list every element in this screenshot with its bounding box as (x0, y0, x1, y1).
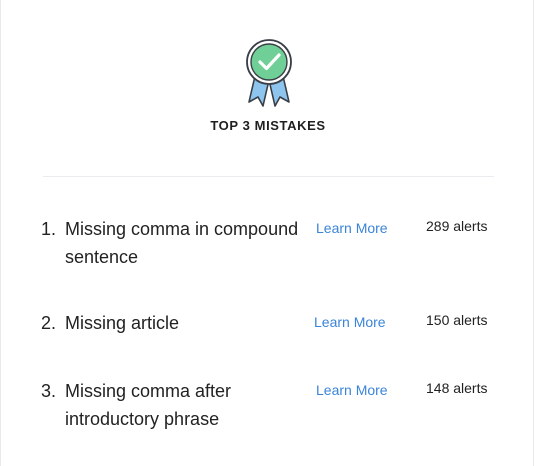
mistake-title: Missing comma in compound sentence (65, 219, 299, 267)
alert-count: 289 alerts (426, 218, 488, 234)
mistake-number: 2. (41, 313, 57, 333)
mistake-number: 1. (41, 219, 57, 239)
award-badge-icon (239, 36, 299, 108)
mistake-title: Missing comma after introductory phrase (65, 381, 232, 429)
section-title: TOP 3 MISTAKES (210, 118, 326, 133)
learn-more-link[interactable]: Learn More (316, 218, 388, 238)
learn-more-link[interactable]: Learn More (314, 312, 386, 332)
learn-more-link[interactable]: Learn More (316, 380, 388, 400)
top-mistakes-card: TOP 3 MISTAKES 1. Missing comma in compo… (0, 0, 534, 466)
mistake-title: Missing article (65, 313, 180, 333)
mistake-number: 3. (41, 381, 57, 401)
divider (43, 176, 494, 177)
alert-count: 150 alerts (426, 312, 488, 328)
alert-count: 148 alerts (426, 380, 488, 396)
